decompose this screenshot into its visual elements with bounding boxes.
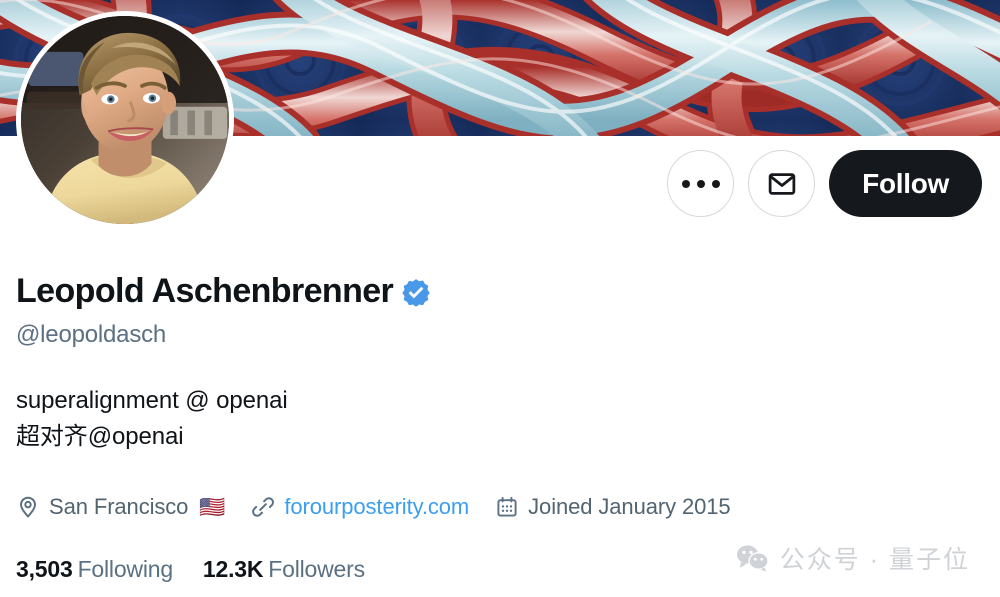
meta-location: San Francisco 🇺🇸: [16, 494, 225, 520]
map-pin-svg: [20, 496, 36, 518]
profile-stats: 3,503 Following 12.3K Followers: [16, 556, 365, 583]
verified-badge-icon[interactable]: [401, 278, 431, 308]
watermark-text: 公众号 · 量子位: [779, 546, 970, 574]
location-text: San Francisco: [49, 494, 189, 519]
followers-stat[interactable]: 12.3K Followers: [203, 556, 365, 583]
envelope-icon: [768, 172, 795, 195]
meta-website: forourposterity.com: [251, 494, 469, 520]
following-stat[interactable]: 3,503 Following: [16, 556, 173, 583]
message-button[interactable]: [748, 150, 816, 217]
link-icon: [251, 495, 275, 519]
followers-label: Followers: [268, 556, 365, 582]
bio-line-1: superalignment @ openai: [16, 387, 288, 414]
profile-handle: @leopoldasch: [16, 321, 167, 349]
calendar-svg: [497, 496, 517, 517]
followers-count: 12.3K: [202, 556, 264, 582]
watermark: 公众号 · 量子位: [736, 540, 970, 576]
bio-line-2: 超对齐@openai: [16, 423, 184, 451]
more-options-button[interactable]: [667, 150, 735, 217]
calendar-icon: [495, 495, 519, 519]
avatar[interactable]: [16, 11, 234, 229]
joined-date-text: Joined January 2015: [528, 494, 731, 519]
following-label: Following: [77, 556, 174, 582]
profile-bio: superalignment @ openai 超对齐@openai: [16, 383, 736, 456]
follow-button[interactable]: Follow: [829, 150, 982, 217]
link-svg: [252, 497, 275, 517]
page-title: Leopold Aschenbrenner: [16, 272, 394, 310]
avatar-portrait: [21, 16, 229, 224]
display-name-row: Leopold Aschenbrenner: [16, 272, 716, 311]
wechat-icon: [736, 544, 770, 572]
following-count: 3,503: [16, 556, 73, 582]
meta-joined: Joined January 2015: [495, 494, 731, 520]
twitter-profile-page: Follow Leopold Aschenbrenner @leopoldasc…: [0, 0, 1000, 597]
map-pin-icon: [16, 495, 40, 519]
avatar-image[interactable]: [21, 16, 229, 224]
verified-check-svg: [402, 279, 430, 307]
us-flag-icon: 🇺🇸: [199, 495, 226, 519]
more-horizontal-icon: [681, 179, 720, 188]
website-link[interactable]: forourposterity.com: [284, 494, 469, 520]
profile-meta-row: San Francisco 🇺🇸 forourposterity.com Joi…: [16, 494, 731, 520]
profile-identity: Leopold Aschenbrenner @leopoldasch: [16, 272, 716, 350]
profile-actions: Follow: [667, 150, 982, 217]
wechat-svg: [736, 545, 769, 572]
